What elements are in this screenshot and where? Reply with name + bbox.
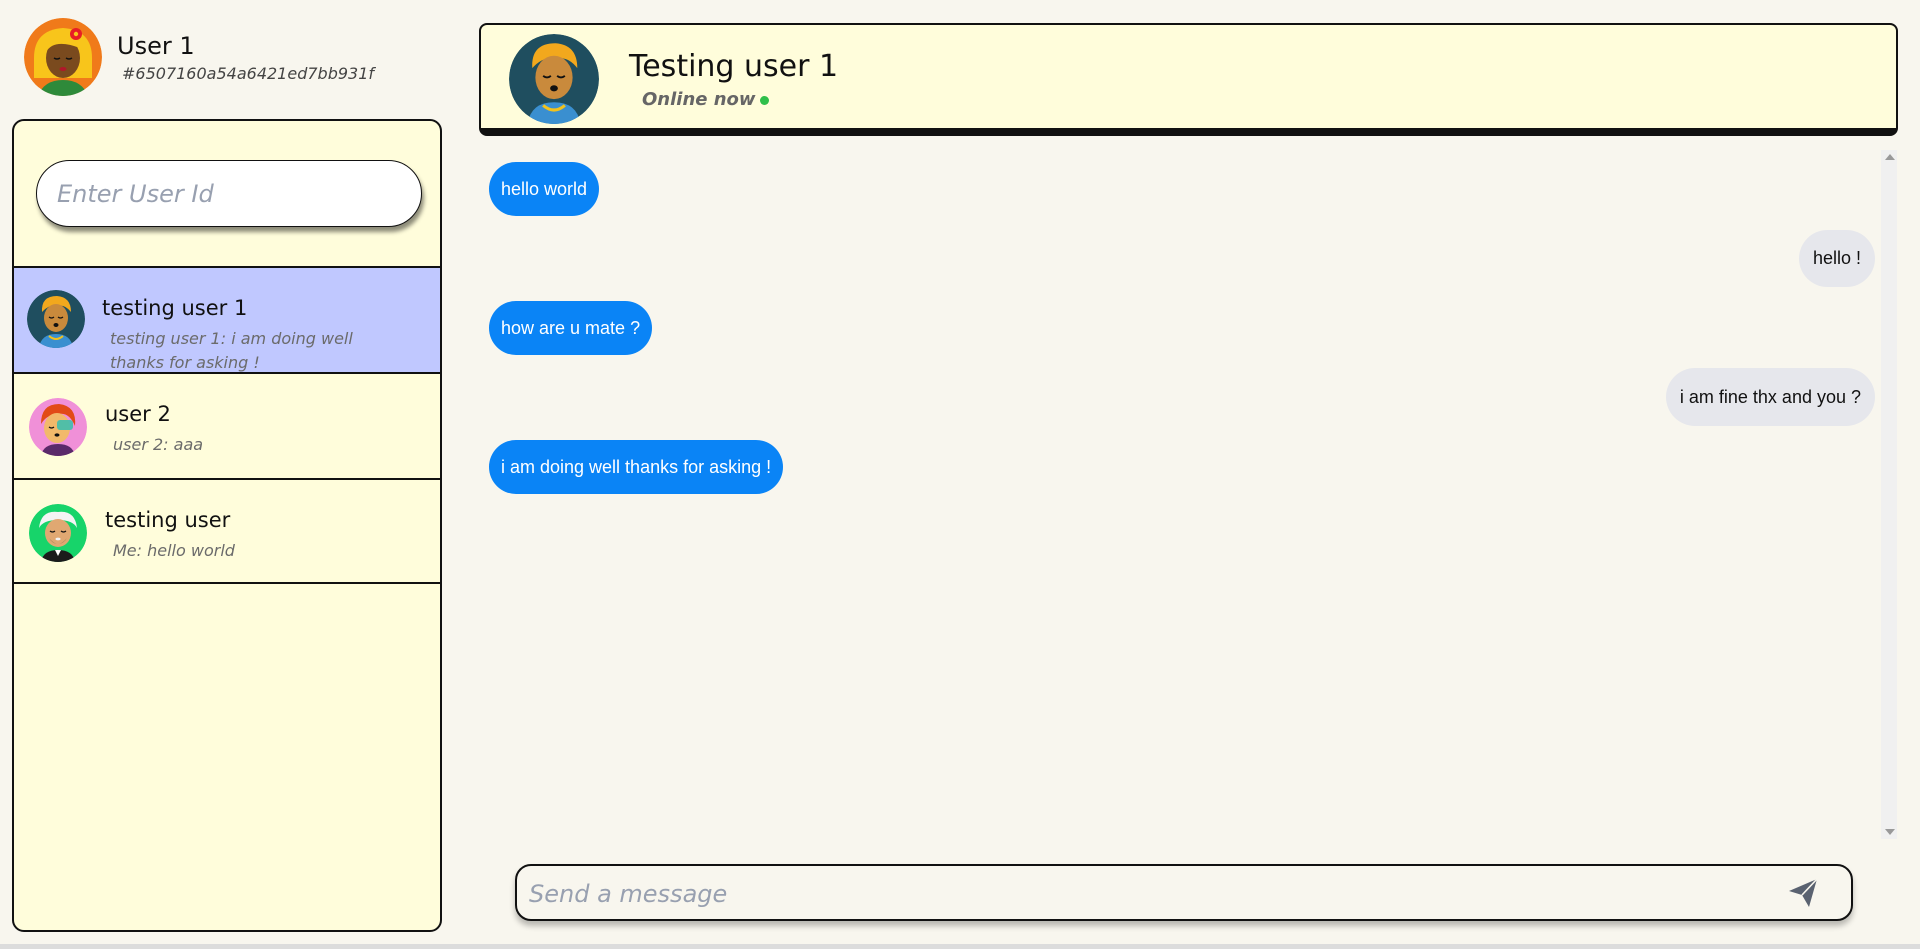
conversation-name: testing user	[105, 508, 231, 532]
incoming-message: hello world	[489, 162, 600, 216]
chat-partner-avatar	[509, 34, 599, 124]
current-user: User 1 #6507160a54a6421ed7bb931f	[24, 18, 424, 98]
conversation-preview: Me: hello world	[113, 541, 235, 560]
message-input[interactable]	[527, 866, 1761, 921]
conversation-sidebar: testing user 1 testing user 1: i am doin…	[12, 119, 442, 932]
message-scrollbar[interactable]	[1881, 150, 1897, 839]
conversation-item[interactable]: user 2 user 2: aaa	[14, 372, 440, 478]
search-area	[14, 121, 440, 266]
scroll-up-arrow-icon[interactable]	[1885, 154, 1895, 160]
current-user-avatar	[24, 18, 102, 96]
online-dot-icon	[759, 95, 769, 105]
online-status: Online now	[642, 89, 769, 110]
conversation-item[interactable]: testing user Me: hello world	[14, 478, 440, 584]
conversation-avatar	[29, 398, 87, 456]
outgoing-message: i am fine thx and you ?	[1665, 368, 1875, 426]
send-icon[interactable]	[1787, 877, 1819, 909]
incoming-message: i am doing well thanks for asking !	[489, 440, 784, 494]
message-list: hello world hello ! how are u mate ? i a…	[487, 150, 1879, 840]
conversation-name: user 2	[105, 402, 171, 426]
outgoing-message: hello !	[1798, 230, 1875, 287]
user-id-search-input[interactable]	[36, 160, 422, 227]
scroll-down-arrow-icon[interactable]	[1885, 829, 1895, 835]
conversation-name: testing user 1	[102, 296, 248, 320]
conversation-preview: testing user 1: i am doing well thanks f…	[110, 329, 353, 372]
message-composer	[515, 864, 1853, 921]
conversation-avatar	[27, 290, 85, 348]
chat-title: Testing user 1	[629, 49, 839, 84]
current-user-id: #6507160a54a6421ed7bb931f	[122, 64, 375, 83]
conversation-item[interactable]: testing user 1 testing user 1: i am doin…	[14, 266, 440, 372]
incoming-message: how are u mate ?	[489, 301, 653, 355]
online-status-text: Online now	[642, 89, 756, 110]
conversation-avatar	[29, 504, 87, 562]
window-bottom-edge	[0, 944, 1920, 949]
chat-header: Testing user 1 Online now	[479, 23, 1898, 136]
conversation-preview: user 2: aaa	[113, 435, 204, 454]
current-user-name: User 1	[117, 32, 195, 60]
